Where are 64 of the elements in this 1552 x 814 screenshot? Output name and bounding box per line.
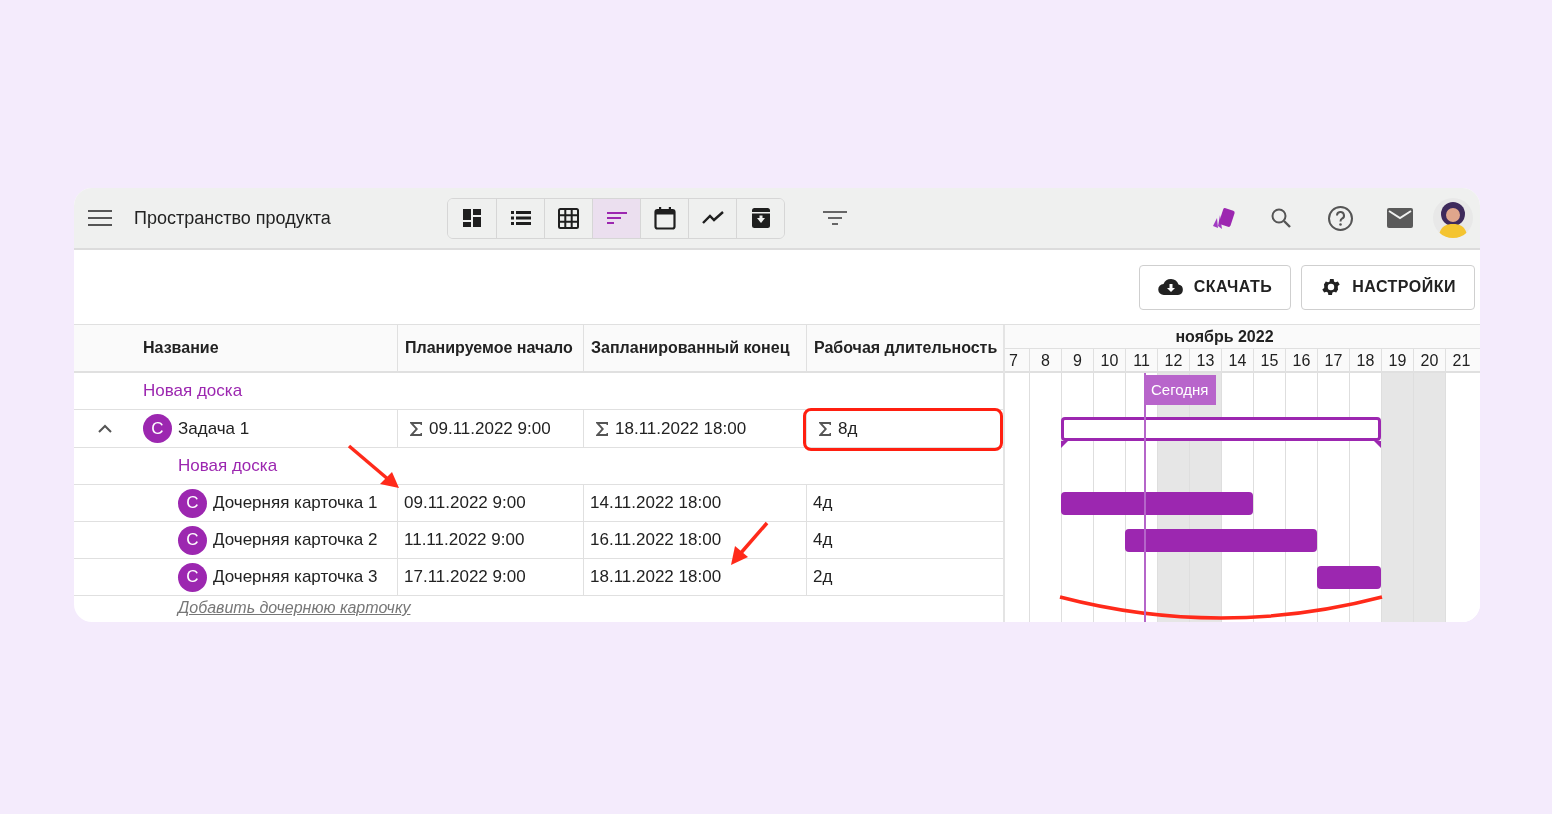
user-avatar[interactable] <box>1433 198 1473 238</box>
user-avatar: С <box>178 525 207 555</box>
task-name[interactable]: Дочерняя карточка 3 <box>213 564 378 590</box>
calendar-icon <box>653 206 676 230</box>
table-cell-text: 16.11.2022 18:00 <box>590 529 722 552</box>
task-name[interactable]: Дочерняя карточка 2 <box>213 527 378 553</box>
line-chart-icon <box>701 211 724 225</box>
column-header[interactable]: Название <box>143 336 219 360</box>
table-cell-text: 4д <box>813 529 833 552</box>
day-label: 10 <box>1100 351 1119 371</box>
day-label: 15 <box>1260 351 1279 371</box>
user-avatar: С <box>143 414 172 443</box>
settings-button[interactable]: НАСТРОЙКИ <box>1301 264 1475 310</box>
day-label: 9 <box>1073 351 1082 371</box>
day-label: 14 <box>1228 351 1247 371</box>
task-name[interactable]: Дочерняя карточка 1 <box>213 490 378 516</box>
annotation-arrow <box>728 521 770 567</box>
table-cell-text: 2д <box>813 566 833 589</box>
task-name[interactable]: Задача 1 <box>178 415 250 442</box>
table-cell-text: 09.11.2022 9:00 <box>429 417 551 440</box>
day-label: 19 <box>1388 351 1407 371</box>
day-label: 21 <box>1452 351 1471 371</box>
day-label: 12 <box>1164 351 1183 371</box>
table-cell-text: 18.11.2022 18:00 <box>590 566 722 589</box>
table-cell-text: 14.11.2022 18:00 <box>590 492 722 515</box>
dashboard-icon <box>462 208 482 228</box>
gantt-icon <box>606 210 627 226</box>
day-label: 20 <box>1420 351 1439 371</box>
task-bar <box>1317 566 1381 589</box>
day-label: 8 <box>1041 351 1050 371</box>
collapse-icon[interactable] <box>97 424 112 433</box>
help-icon[interactable] <box>1327 204 1354 232</box>
today-label: Сегодня <box>1144 375 1216 405</box>
view-tab[interactable] <box>736 198 784 238</box>
column-header[interactable]: Планируемое начало <box>405 336 573 360</box>
list-icon <box>510 210 531 226</box>
day-label: 16 <box>1292 351 1311 371</box>
workspace-title: Пространство продукта <box>134 206 332 230</box>
day-label: 17 <box>1324 351 1343 371</box>
table-cell-text: 17.11.2022 9:00 <box>404 566 526 589</box>
add-child-link[interactable]: Добавить дочернюю карточку <box>178 596 411 620</box>
board-label[interactable]: Новая доска <box>143 378 243 404</box>
table-cell-text: 11.11.2022 9:00 <box>404 529 525 552</box>
download-button[interactable]: СКАЧАТЬ <box>1138 264 1292 310</box>
month-label: ноябрь 2022 <box>1175 326 1274 347</box>
column-header[interactable]: Запланированный конец <box>591 336 790 360</box>
user-avatar: С <box>178 562 207 592</box>
column-header[interactable]: Рабочая длительность <box>814 336 998 360</box>
user-avatar: С <box>178 488 207 518</box>
grid-icon <box>558 207 579 229</box>
table-cell-text: 18.11.2022 18:00 <box>615 417 747 440</box>
archive-icon <box>750 207 771 229</box>
mail-icon[interactable] <box>1387 207 1413 229</box>
cloud-download-icon <box>1157 278 1184 296</box>
table-cell-text: 09.11.2022 9:00 <box>404 492 526 515</box>
day-label: 7 <box>1009 351 1018 371</box>
day-label: 11 <box>1133 351 1150 371</box>
table-cell-text: 4д <box>813 492 833 515</box>
table-cell-text: 8д <box>838 417 858 440</box>
day-label: 18 <box>1356 351 1375 371</box>
board-label[interactable]: Новая доска <box>178 453 278 479</box>
day-label: 13 <box>1196 351 1215 371</box>
gear-icon <box>1320 276 1343 298</box>
annotation-arrow <box>347 444 401 490</box>
